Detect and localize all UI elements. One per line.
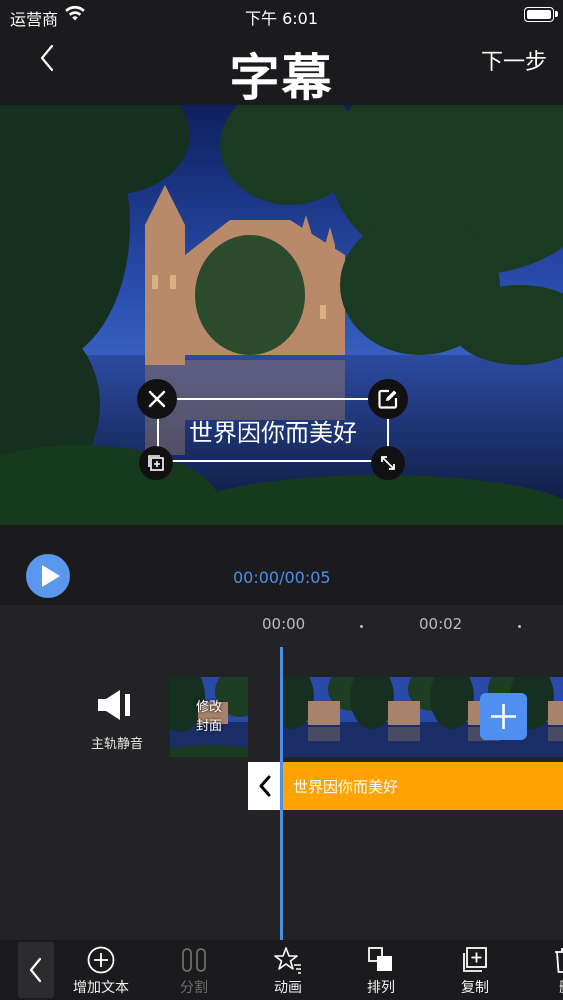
split-button[interactable]: 分割 (154, 940, 234, 1000)
add-clip-button[interactable] (480, 693, 527, 740)
bottom-toolbar: 增加文本 分割 动画 排列 复制 删 (0, 940, 563, 1000)
star-animation-icon (274, 947, 301, 974)
duplicate-icon[interactable] (139, 446, 173, 480)
split-label: 分割 (180, 980, 208, 996)
toolbar-back-button[interactable] (18, 942, 54, 998)
page-title: 字幕 (229, 49, 334, 107)
edit-cover-button[interactable]: 修改 封面 (170, 677, 248, 757)
speaker-icon[interactable] (96, 688, 134, 722)
plus-icon (491, 704, 516, 729)
status-bar: 运营商 下午 6:01 (0, 0, 563, 30)
ruler-dot (518, 625, 521, 628)
ruler-dot (360, 625, 363, 628)
next-step-button[interactable]: 下一步 (481, 44, 547, 76)
caption-frame[interactable]: 世界因你而美好 (157, 398, 389, 462)
copy-icon (463, 947, 487, 972)
close-icon[interactable] (137, 379, 177, 419)
add-text-button[interactable]: 增加文本 (61, 940, 141, 1000)
add-text-label: 增加文本 (73, 980, 129, 996)
cover-label-line: 封面 (195, 719, 222, 734)
delete-icon (555, 948, 563, 973)
animation-button[interactable]: 动画 (248, 940, 328, 1000)
timeline-panel[interactable]: 00:00 00:02 主轨静音 修改 封面 世界因你而美好 (0, 605, 563, 940)
subtitle-track-text: 世界因你而美好 (293, 778, 399, 796)
edit-icon[interactable] (368, 379, 408, 419)
resize-icon[interactable] (371, 446, 405, 480)
main-track-mute-label[interactable]: 主轨静音 (91, 733, 143, 752)
battery-tip (555, 11, 558, 17)
delete-label: 删 (526, 977, 563, 997)
cover-label: 修改 封面 (170, 677, 248, 757)
battery-icon (524, 7, 554, 22)
split-icon (182, 948, 206, 972)
copy-label: 复制 (461, 980, 489, 996)
play-icon[interactable] (26, 554, 70, 598)
caption-text[interactable]: 世界因你而美好 (159, 400, 387, 460)
nav-bar: 字幕 下一步 (0, 30, 563, 107)
ruler-tick-label: 00:00 (262, 615, 306, 633)
preview-image (0, 105, 563, 525)
time-readout: 00:00/00:05 (233, 568, 331, 587)
animation-label: 动画 (274, 980, 302, 996)
arrange-label: 排列 (367, 980, 395, 996)
clock: 下午 6:01 (244, 9, 319, 28)
subtitle-trim-handle[interactable] (248, 762, 282, 810)
arrange-layers-icon (368, 947, 392, 971)
playhead[interactable] (280, 647, 283, 940)
chevron-left-icon (29, 957, 42, 983)
ruler-tick-label: 00:02 (419, 615, 463, 633)
delete-button[interactable]: 删 (526, 940, 563, 1000)
copy-button[interactable]: 复制 (435, 940, 515, 1000)
player-controls: 00:00/00:05 (0, 525, 563, 605)
video-preview[interactable]: 世界因你而美好 (0, 105, 563, 525)
chevron-left-icon (259, 775, 271, 797)
cover-label-line: 修改 (195, 700, 222, 715)
subtitle-track-item[interactable]: 世界因你而美好 (282, 762, 563, 810)
arrange-button[interactable]: 排列 (341, 940, 421, 1000)
add-circle-icon (87, 946, 115, 974)
